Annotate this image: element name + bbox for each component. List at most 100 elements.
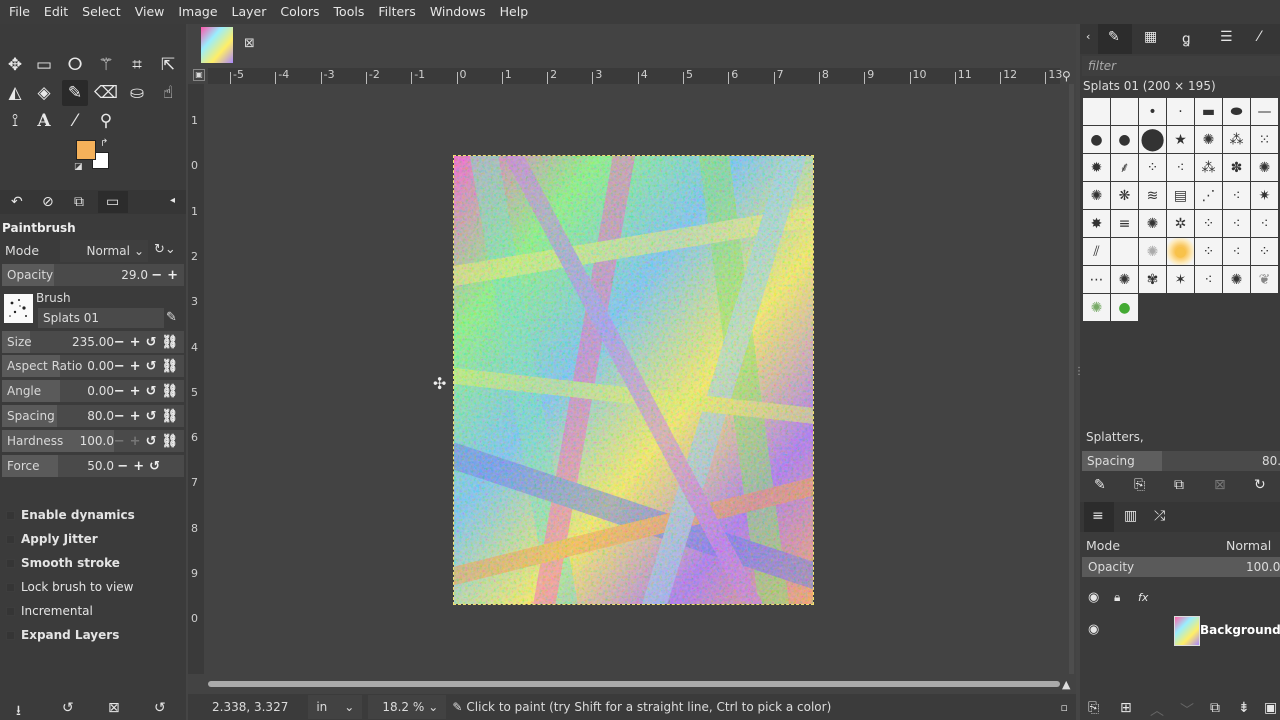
hardness-slider[interactable]: Hardness 100.0 − + ↺ ⛓ [2, 430, 184, 452]
brush-cell[interactable]: ✹ [1083, 154, 1110, 181]
brush-cell[interactable]: ⁖ [1251, 210, 1278, 237]
menu-windows[interactable]: Windows [423, 0, 493, 24]
brush-cell[interactable]: ⁘ [1195, 238, 1222, 265]
option-lock-brush-to-view[interactable]: Lock brush to view [6, 580, 134, 594]
brush-cell[interactable]: ✾ [1139, 266, 1166, 293]
checkbox[interactable] [6, 630, 15, 640]
new-brush-icon[interactable]: ⎘ [1134, 477, 1145, 493]
corner-icon[interactable]: ▫ [1061, 701, 1068, 714]
option-enable-dynamics[interactable]: Enable dynamics [6, 508, 135, 522]
device-status-tab-icon[interactable]: ⊘ [42, 194, 54, 210]
configure-tab-icon[interactable]: ◂ [170, 195, 175, 206]
zoom-tool-icon[interactable]: ⚲ [93, 108, 119, 134]
brush-cell[interactable]: ⁙ [1251, 126, 1278, 153]
reset-tool-options-icon[interactable]: ↺ [154, 700, 166, 716]
link-icon[interactable]: ⛓ [161, 384, 178, 399]
lock-icon[interactable]: 🔒︎ [1114, 590, 1120, 605]
brush-cell[interactable]: ⁘ [1251, 238, 1278, 265]
brush-cell[interactable]: ● [1167, 238, 1194, 265]
channels-tab-icon[interactable]: ▥ [1124, 508, 1137, 524]
refresh-brushes-icon[interactable]: ↻ [1254, 477, 1266, 493]
brush-cell[interactable]: ✺ [1083, 294, 1110, 321]
reset-icon[interactable]: ↺ [146, 434, 157, 449]
duplicate-brush-icon[interactable]: ⧉ [1174, 477, 1184, 493]
brush-cell[interactable]: ▤ [1167, 182, 1194, 209]
menu-file[interactable]: File [2, 0, 37, 24]
paint-dynamics-tab-icon[interactable]: ⁄ [1258, 29, 1260, 45]
layer-row-background[interactable]: ◉ Background [1082, 614, 1280, 648]
brush-cell[interactable]: ⫽ [1083, 238, 1110, 265]
plus-icon[interactable]: + [133, 459, 144, 474]
brush-cell[interactable]: ⁖ [1167, 154, 1194, 181]
plus-icon[interactable]: + [130, 434, 141, 449]
layer-opacity-slider[interactable]: Opacity 100.0 [1082, 557, 1280, 577]
brush-cell[interactable]: ✺ [1111, 266, 1138, 293]
smudge-tool-icon[interactable]: ☝ [155, 80, 181, 106]
brush-filter-input[interactable]: filter [1082, 56, 1280, 76]
menu-colors[interactable]: Colors [273, 0, 326, 24]
move-tool-icon[interactable]: ✥ [2, 52, 28, 78]
brush-cell[interactable]: ❋ [1111, 182, 1138, 209]
brush-cell[interactable]: ✺ [1083, 182, 1110, 209]
minus-icon[interactable]: − [114, 434, 125, 449]
minus-icon[interactable]: − [114, 409, 125, 424]
color-picker-tool-icon[interactable]: ⁄ [62, 108, 88, 134]
brush-cell[interactable]: ✲ [1167, 210, 1194, 237]
brush-cell[interactable]: ★ [1167, 126, 1194, 153]
brush-cell[interactable]: · [1167, 98, 1194, 125]
brush-cell[interactable]: ⬤ [1139, 126, 1166, 153]
plus-icon[interactable]: + [167, 268, 178, 283]
zoom-select[interactable]: 18.2 % ⌄ [368, 695, 447, 719]
patterns-tab-icon[interactable]: ▦ [1144, 29, 1157, 45]
dock-resize-handle[interactable]: ⋮ [1074, 366, 1084, 377]
reset-icon[interactable]: ↺ [146, 335, 157, 350]
brush-cell[interactable]: ✺ [1195, 126, 1222, 153]
size-slider[interactable]: Size 235.00 − + ↺ ⛓ [2, 331, 184, 353]
brush-cell[interactable]: • [1139, 98, 1166, 125]
brush-spacing-slider[interactable]: Spacing 80.0 [1082, 451, 1280, 471]
brush-cell[interactable]: ⁘ [1195, 210, 1222, 237]
link-icon[interactable]: ⛓ [161, 359, 178, 374]
images-tab-icon[interactable]: ⧉ [74, 194, 84, 210]
menu-view[interactable]: View [128, 0, 172, 24]
text-tool-icon[interactable]: A [31, 108, 57, 134]
delete-brush-icon[interactable]: ⊠ [1214, 477, 1226, 493]
eraser-tool-icon[interactable]: ⌫ [93, 80, 119, 106]
fonts-tab-icon[interactable]: ꬶ [1182, 29, 1191, 48]
brush-cell[interactable] [1111, 238, 1138, 265]
brush-cell[interactable] [1083, 98, 1110, 125]
new-layer-icon[interactable]: ⎘ [1088, 700, 1099, 716]
option-incremental[interactable]: Incremental [6, 604, 93, 618]
brush-cell[interactable]: ⁖ [1223, 238, 1250, 265]
delete-tool-preset-icon[interactable]: ⊠ [108, 700, 120, 716]
zoom-search-icon[interactable]: ⚲ [1062, 69, 1071, 83]
default-colors-icon[interactable]: ◪ [74, 162, 83, 172]
checkbox[interactable] [6, 582, 15, 592]
unit-select[interactable]: in ⌄ [308, 695, 363, 719]
foreground-color-swatch[interactable] [76, 140, 96, 160]
link-icon[interactable]: ⛓ [161, 434, 178, 449]
paintbrush-tool-icon[interactable]: ✎ [62, 80, 88, 106]
brush-preview[interactable] [4, 294, 33, 323]
eye-icon[interactable]: ◉ [1088, 590, 1099, 605]
fx-icon[interactable]: fx [1138, 591, 1148, 604]
brush-cell[interactable]: ❦ [1251, 266, 1278, 293]
brush-cell[interactable]: ⁂ [1223, 126, 1250, 153]
clone-tool-icon[interactable]: ⛀ [124, 80, 150, 106]
option-expand-layers[interactable]: Expand Layers [6, 628, 119, 642]
minus-icon[interactable]: − [114, 359, 125, 374]
brush-name[interactable]: Splats 01 [38, 308, 164, 328]
link-icon[interactable]: ⛓ [161, 335, 178, 350]
close-image-icon[interactable]: ⊠ [244, 36, 255, 51]
new-layer-group-icon[interactable]: ⊞ [1120, 700, 1132, 716]
lower-layer-icon[interactable]: ﹀ [1180, 700, 1194, 720]
anchor-layer-icon[interactable]: ⇟ [1238, 700, 1250, 716]
brush-cell[interactable]: ⁘ [1139, 154, 1166, 181]
swap-colors-icon[interactable]: ↱ [100, 138, 108, 149]
reset-icon[interactable]: ↺ [146, 384, 157, 399]
checkbox[interactable] [6, 534, 15, 544]
edit-brush-button-icon[interactable]: ✎ [1094, 477, 1106, 493]
brush-cell[interactable]: ✽ [1223, 154, 1250, 181]
paths-tab-icon[interactable]: ⤮ [1154, 508, 1165, 524]
brush-cell[interactable]: ⁖ [1195, 266, 1222, 293]
